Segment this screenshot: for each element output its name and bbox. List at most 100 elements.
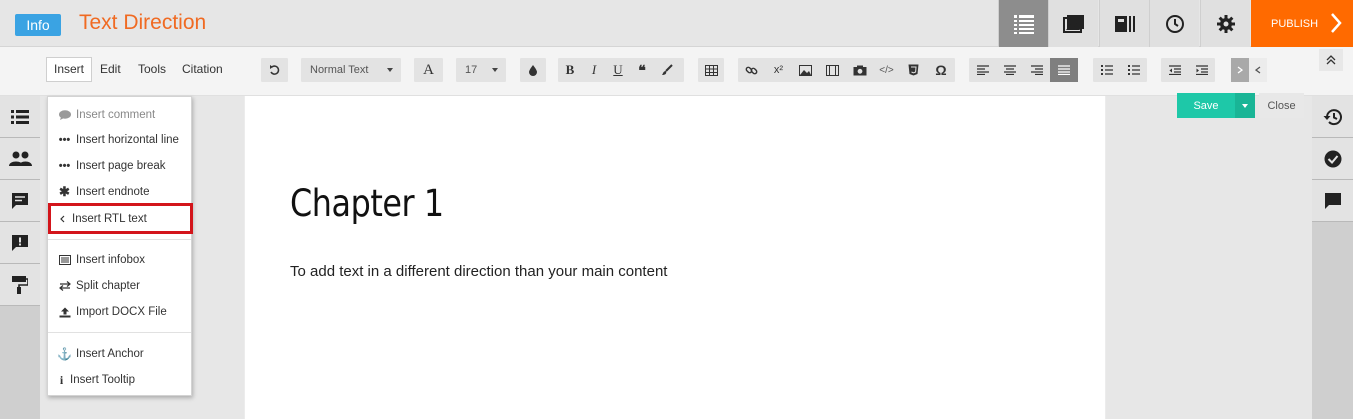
insert-image-button[interactable]	[792, 58, 819, 82]
insert-photo-button[interactable]	[846, 58, 873, 82]
insert-endnote-item[interactable]: ✱ Insert endnote	[48, 181, 191, 203]
ellipsis-icon: •••	[58, 134, 71, 146]
ltr-button[interactable]	[1231, 58, 1249, 82]
link-icon	[745, 66, 758, 74]
html5-icon	[908, 64, 919, 76]
format-painter-button[interactable]	[654, 58, 680, 82]
chapter-title[interactable]: Chapter 1	[290, 182, 444, 225]
align-center-button[interactable]	[996, 58, 1023, 82]
editor-toolbar: Insert Edit Tools Citation Normal Text A…	[0, 47, 1353, 96]
paragraph-style-value: Normal Text	[310, 64, 369, 76]
sidebar-item-contents[interactable]	[0, 96, 40, 138]
sidebar-item-collaborators[interactable]	[0, 138, 40, 180]
text-color-button[interactable]	[520, 58, 546, 82]
link-button[interactable]	[738, 58, 765, 82]
caret-down-icon	[387, 68, 393, 72]
sidebar-item-feedback[interactable]	[0, 222, 40, 264]
italic-button[interactable]: I	[582, 58, 606, 82]
info-icon: i	[59, 372, 64, 387]
insert-tooltip-item[interactable]: i Insert Tooltip	[48, 369, 191, 391]
right-sidebar	[1312, 96, 1353, 419]
underline-button[interactable]: U	[606, 58, 630, 82]
menu-citation[interactable]: Citation	[175, 57, 230, 82]
align-right-button[interactable]	[1023, 58, 1050, 82]
menu-insert[interactable]: Insert	[46, 57, 93, 82]
menu-edit[interactable]: Edit	[93, 57, 128, 82]
blockquote-button[interactable]: ❝	[630, 58, 654, 82]
undo-button[interactable]	[261, 58, 288, 82]
chat-button[interactable]	[1312, 180, 1353, 222]
barcode-button[interactable]	[1099, 0, 1149, 47]
settings-button[interactable]	[1200, 0, 1250, 47]
left-sidebar	[0, 96, 40, 419]
indent-icon	[1195, 65, 1208, 75]
numbered-list-button[interactable]	[1120, 58, 1147, 82]
html-button[interactable]	[900, 58, 927, 82]
insert-rtl-text-item[interactable]: Insert RTL text	[48, 203, 193, 234]
upload-icon	[58, 307, 71, 318]
split-chapter-label: Split chapter	[76, 280, 140, 292]
align-left-button[interactable]	[969, 58, 996, 82]
bullet-list-button[interactable]	[1093, 58, 1120, 82]
approve-button[interactable]	[1312, 138, 1353, 180]
images-icon	[1062, 14, 1084, 33]
sidebar-item-comments[interactable]	[0, 180, 40, 222]
paragraph-style-select[interactable]: Normal Text	[301, 58, 401, 82]
chat-bubble-icon	[1324, 192, 1341, 209]
font-size-select[interactable]: 17	[456, 58, 506, 82]
code-button[interactable]: </>	[873, 58, 900, 82]
direction-group	[1231, 58, 1269, 82]
publish-button[interactable]: PUBLISH	[1251, 0, 1353, 47]
bold-button[interactable]: B	[558, 58, 582, 82]
align-justify-button[interactable]	[1050, 58, 1078, 82]
rtl-button[interactable]	[1249, 58, 1267, 82]
insert-comment-label: Insert comment	[76, 109, 156, 121]
menu-tools[interactable]: Tools	[131, 57, 173, 82]
sidebar-item-styles[interactable]	[0, 264, 40, 306]
undo-group	[261, 58, 288, 82]
table-icon	[704, 64, 718, 76]
insert-table-button[interactable]	[698, 58, 724, 82]
save-options-dropdown[interactable]	[1235, 93, 1255, 118]
revision-history-button[interactable]	[1312, 96, 1353, 138]
chevron-left-icon	[58, 215, 67, 223]
insert-comment-item[interactable]: Insert comment	[48, 104, 191, 126]
insert-horizontal-line-item[interactable]: ••• Insert horizontal line	[48, 129, 191, 151]
infobox-icon	[58, 255, 71, 265]
import-docx-item[interactable]: Import DOCX File	[48, 301, 191, 323]
chevron-right-icon	[1237, 66, 1243, 74]
insert-video-button[interactable]	[819, 58, 846, 82]
collapse-toolbar-button[interactable]	[1319, 49, 1343, 71]
list-group	[1093, 58, 1147, 82]
table-group	[698, 58, 724, 82]
caret-down-icon	[1242, 103, 1248, 108]
special-char-button[interactable]: Ω	[927, 58, 955, 82]
split-chapter-item[interactable]: Split chapter	[48, 275, 191, 297]
undo-icon	[269, 65, 279, 75]
save-button[interactable]: Save	[1177, 93, 1235, 118]
superscript-button[interactable]: x²	[765, 58, 792, 82]
list-icon	[11, 109, 29, 124]
font-family-button[interactable]: A	[414, 58, 443, 82]
indent-button[interactable]	[1188, 58, 1215, 82]
chapter-body-text[interactable]: To add text in a different direction tha…	[290, 263, 667, 280]
numbered-list-icon	[1127, 65, 1140, 75]
insert-rtl-text-label: Insert RTL text	[72, 212, 147, 225]
film-icon	[826, 64, 839, 76]
close-button[interactable]: Close	[1259, 93, 1304, 118]
insert-infobox-item[interactable]: Insert infobox	[48, 249, 191, 271]
align-justify-icon	[1058, 65, 1070, 75]
insert-page-break-item[interactable]: ••• Insert page break	[48, 155, 191, 177]
gear-icon	[1216, 14, 1235, 33]
media-library-button[interactable]	[1048, 0, 1098, 47]
insert-tooltip-label: Insert Tooltip	[70, 374, 135, 386]
history-button[interactable]	[1149, 0, 1199, 47]
editor-page[interactable]: Chapter 1 To add text in a different dir…	[244, 96, 1106, 419]
insert-anchor-item[interactable]: ⚓ Insert Anchor	[48, 343, 191, 365]
format-group: B I U ❝	[558, 58, 684, 82]
outdent-button[interactable]	[1161, 58, 1188, 82]
info-badge[interactable]: Info	[15, 14, 61, 36]
toc-view-button[interactable]	[998, 0, 1048, 47]
insert-anchor-label: Insert Anchor	[76, 348, 144, 360]
list-lines-icon	[1013, 14, 1034, 34]
